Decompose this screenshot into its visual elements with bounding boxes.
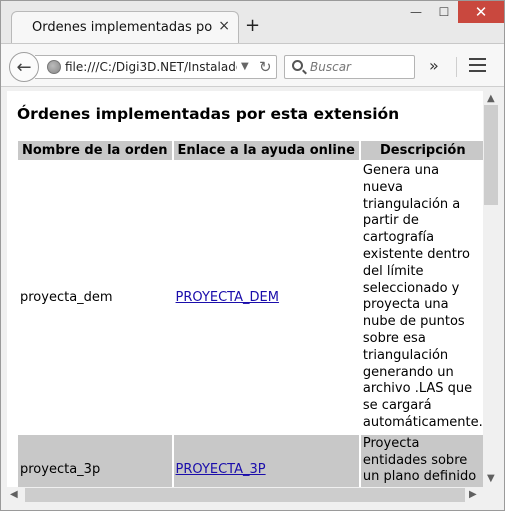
horizontal-scroll-thumb[interactable]	[25, 488, 465, 502]
globe-icon	[47, 60, 61, 74]
browser-window: Órdenes implementadas por es… × + — ☐ ✕ …	[0, 0, 505, 511]
commands-table: Nombre de la orden Enlace a la ayuda onl…	[16, 139, 483, 487]
new-tab-button[interactable]: +	[245, 17, 260, 35]
scroll-right-icon[interactable]: ▶	[469, 489, 477, 500]
page-heading: Órdenes implementadas por esta extensión	[17, 105, 400, 123]
column-header-description: Descripción	[360, 141, 483, 160]
tab-active[interactable]: Órdenes implementadas por es… ×	[11, 11, 239, 43]
window-controls: — ☐ ✕	[402, 1, 504, 25]
scroll-down-icon[interactable]: ▼	[487, 473, 495, 484]
reload-icon[interactable]: ↻	[259, 58, 272, 76]
command-description: Genera una nueva triangulación a partir …	[360, 162, 483, 433]
url-text[interactable]: file:///C:/Digi3D.NET/Instalador	[65, 60, 237, 74]
chevron-down-icon[interactable]: ▼	[241, 61, 249, 72]
hamburger-menu-icon[interactable]	[469, 58, 486, 72]
search-input[interactable]: Buscar	[284, 55, 415, 79]
search-icon	[292, 60, 303, 71]
horizontal-scrollbar[interactable]: ◀ ▶	[7, 487, 483, 503]
command-name: proyecta_3p	[18, 434, 172, 487]
help-link-cell: PROYECTA_3P	[173, 434, 359, 487]
toolbar-divider	[456, 57, 457, 77]
back-button[interactable]: ←	[9, 52, 39, 82]
table-header-row: Nombre de la orden Enlace a la ayuda onl…	[18, 141, 483, 160]
tab-strip: Órdenes implementadas por es… × + — ☐ ✕	[1, 1, 504, 43]
close-window-button[interactable]: ✕	[458, 1, 504, 23]
minimize-button[interactable]: —	[402, 1, 430, 23]
help-link-cell: PROYECTA_DEM	[173, 162, 359, 433]
maximize-button[interactable]: ☐	[430, 1, 458, 23]
tab-close-icon[interactable]: ×	[218, 18, 230, 34]
vertical-scrollbar[interactable]: ▲ ▼	[483, 91, 499, 487]
help-link[interactable]: PROYECTA_3P	[176, 462, 266, 477]
table-row: proyecta_dem PROYECTA_DEM Genera una nue…	[18, 162, 483, 433]
command-name: proyecta_dem	[18, 162, 172, 433]
back-arrow-icon: ←	[16, 56, 32, 78]
tab-title: Órdenes implementadas por es…	[32, 20, 212, 35]
table-row: proyecta_3p PROYECTA_3P Proyecta entidad…	[18, 434, 483, 487]
url-bar[interactable]: file:///C:/Digi3D.NET/Instalador ▼ ↻	[35, 55, 277, 79]
scroll-up-icon[interactable]: ▲	[487, 93, 495, 104]
page-content: Órdenes implementadas por esta extensión…	[7, 91, 483, 487]
search-placeholder: Buscar	[310, 60, 351, 74]
navigation-bar: file:///C:/Digi3D.NET/Instalador ▼ ↻ ← B…	[1, 43, 504, 87]
scroll-left-icon[interactable]: ◀	[10, 489, 18, 500]
overflow-chevron-icon[interactable]: »	[429, 56, 439, 75]
column-header-link: Enlace a la ayuda online	[173, 141, 359, 160]
vertical-scroll-thumb[interactable]	[484, 105, 498, 205]
help-link[interactable]: PROYECTA_DEM	[176, 290, 279, 305]
column-header-command: Nombre de la orden	[18, 141, 172, 160]
command-description: Proyecta entidades sobre un plano defini…	[360, 434, 483, 487]
